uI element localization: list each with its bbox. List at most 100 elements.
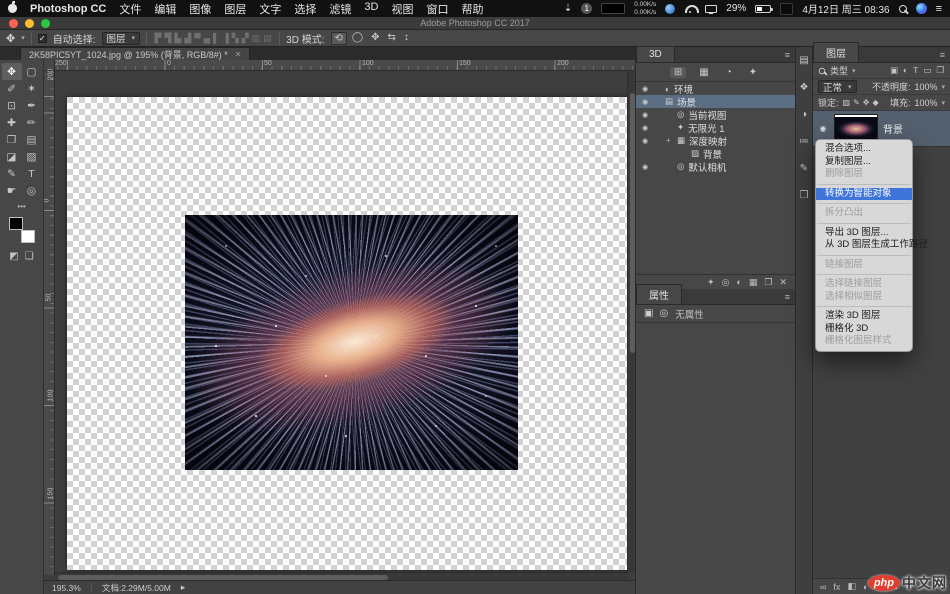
add-light-icon[interactable]: ✦ — [707, 277, 715, 288]
quick-mask-mode-icon[interactable]: ◩ — [9, 251, 18, 262]
blend-mode-dropdown[interactable]: 正常 ▾ — [818, 80, 857, 94]
clone-stamp-tool[interactable]: ❐ — [2, 131, 22, 148]
layer-name[interactable]: 背景 — [883, 121, 903, 136]
hand-tool[interactable]: ☛ — [2, 182, 22, 199]
marquee-tool[interactable]: ▢ — [22, 63, 42, 80]
roll-3d-camera-icon[interactable]: ◯ — [349, 32, 366, 45]
menubar-item[interactable]: 文字 — [259, 1, 281, 17]
vertical-ruler[interactable]: 0 50 100 150 200 — [43, 69, 55, 575]
menu-item-split-extrusion[interactable]: 拆分凸出 — [816, 207, 912, 220]
align-right-icon[interactable]: ▙ — [173, 33, 183, 44]
move-tool[interactable]: ✥ — [1, 63, 22, 80]
app-menu[interactable]: Photoshop CC — [30, 3, 106, 15]
history-brush-tool[interactable]: ▤ — [22, 131, 42, 148]
distribute-left-icon[interactable]: ▞ — [240, 33, 250, 44]
pixel-layer-filter-icon[interactable]: ▣ — [889, 65, 899, 76]
vertical-scrollbar-thumb[interactable] — [629, 93, 635, 353]
menubar-item[interactable]: 选择 — [294, 1, 316, 17]
filter-type-label[interactable]: 类型 — [830, 64, 848, 77]
lock-transparency-icon[interactable]: ▨ — [843, 98, 851, 107]
distribute-right-icon[interactable]: ▤ — [262, 33, 274, 44]
slide-3d-camera-icon[interactable]: ⇆ — [385, 32, 399, 45]
menu-item-select-linked-layers[interactable]: 选择链接图层 — [816, 278, 912, 291]
vertical-scrollbar[interactable] — [627, 71, 635, 572]
fill-value[interactable]: 100% — [914, 98, 937, 108]
tree-item-depth-map[interactable]: ◉ + ▦ 深度映射 — [636, 134, 795, 148]
menu-sep-5[interactable] — [817, 274, 911, 275]
expand-twist-icon[interactable]: + — [666, 136, 673, 145]
tab-properties[interactable]: 属性 — [636, 284, 682, 304]
menubar-item[interactable]: 窗口 — [426, 1, 448, 17]
shape-layer-filter-icon[interactable]: ▭ — [922, 65, 932, 76]
visibility-eye-icon[interactable]: ◉ — [640, 137, 650, 145]
menu-sep-2[interactable] — [817, 203, 911, 204]
chevron-down-icon[interactable]: ▾ — [852, 67, 856, 75]
auto-select-checkbox[interactable]: ✓ — [37, 33, 47, 43]
tree-item-default-camera[interactable]: ◉ ◎ 默认相机 — [636, 160, 795, 174]
magic-wand-tool[interactable]: ✶ — [22, 80, 42, 97]
capture-widget-icon[interactable] — [601, 3, 626, 14]
menubar-item[interactable]: 帮助 — [461, 1, 483, 17]
wifi-icon[interactable] — [684, 4, 700, 13]
display-icon[interactable] — [705, 4, 718, 14]
brush-tool[interactable]: ✏ — [22, 114, 42, 131]
active-tool-icon[interactable]: ✥ — [6, 32, 15, 45]
menu-item-rasterize-3d[interactable]: 栅格化 3D — [816, 323, 912, 336]
link-layers-icon[interactable]: ∞ — [820, 582, 826, 592]
pan-3d-camera-icon[interactable]: ✥ — [368, 32, 382, 45]
battery-icon[interactable] — [755, 4, 774, 13]
filter-meshes-icon[interactable]: ▦ — [695, 67, 712, 78]
menubar-item[interactable]: 文件 — [119, 1, 141, 17]
menubar-item[interactable]: 图层 — [224, 1, 246, 17]
eyedropper-tool[interactable]: ✒ — [22, 97, 42, 114]
tab-layers[interactable]: 图层 — [813, 42, 859, 62]
menu-sep-4[interactable] — [817, 254, 911, 256]
zoom-level[interactable]: 195.3% — [52, 583, 81, 593]
tree-item-environment[interactable]: ◉ ◐ 环境 — [636, 82, 795, 96]
lasso-tool[interactable]: ✐ — [2, 80, 22, 97]
visibility-eye-icon[interactable]: ◉ — [640, 163, 650, 171]
collapsed-character-panel-icon[interactable]: ✎ — [800, 163, 808, 174]
apple-menu-icon[interactable] — [8, 1, 17, 13]
background-color-swatch[interactable] — [20, 230, 35, 243]
duplicate-object-icon[interactable]: ❐ — [764, 277, 772, 288]
menu-item-link-layers[interactable]: 链接图层 — [816, 259, 912, 272]
delete-3d-object-icon[interactable]: ✕ — [779, 277, 787, 288]
distribute-top-icon[interactable]: ▌ — [212, 33, 221, 44]
distribute-bottom-icon[interactable]: ▚ — [230, 33, 240, 44]
panel-menu-icon[interactable]: ≡ — [780, 292, 795, 304]
input-source-icon[interactable] — [780, 2, 794, 15]
collapsed-history-panel-icon[interactable]: ▤ — [799, 55, 808, 66]
tree-item-current-view[interactable]: ◉ ◎ 当前视图 — [636, 108, 795, 122]
menubar-item[interactable]: 滤镜 — [329, 1, 351, 17]
visibility-eye-icon[interactable]: ◉ — [640, 111, 650, 119]
menu-item-generate-work-path[interactable]: 从 3D 图层生成工作路径 — [816, 239, 928, 252]
edit-toolbar-ellipsis-icon[interactable]: ••• — [17, 202, 25, 211]
download-status-icon[interactable]: ⇣ — [564, 3, 572, 14]
pen-tool[interactable]: ✎ — [2, 165, 22, 182]
vpn-globe-icon[interactable] — [665, 3, 676, 14]
visibility-eye-icon[interactable]: ◉ — [640, 98, 650, 106]
menu-item-duplicate-layer[interactable]: 复制图层... — [816, 156, 912, 169]
notification-badge[interactable]: 1 — [581, 3, 593, 14]
type-tool[interactable]: T — [22, 165, 42, 182]
menu-item-export-3d-layer[interactable]: 导出 3D 图层... — [816, 227, 912, 240]
align-middle-icon[interactable]: ▀ — [193, 33, 202, 44]
menubar-item[interactable]: 图像 — [189, 1, 211, 17]
orbit-3d-camera-icon[interactable]: ⟲ — [330, 31, 347, 45]
layer-style-icon[interactable]: fx — [833, 582, 840, 592]
document-canvas[interactable] — [67, 97, 628, 570]
spotlight-search-icon[interactable] — [898, 4, 907, 13]
layer-visibility-eye-icon[interactable]: ◉ — [817, 124, 829, 133]
chevron-down-icon[interactable]: ▾ — [941, 99, 945, 107]
type-layer-filter-icon[interactable]: T — [912, 65, 919, 76]
panel-menu-icon[interactable]: ≡ — [935, 50, 950, 62]
healing-brush-tool[interactable]: ✚ — [2, 114, 22, 131]
distribute-center-icon[interactable]: ▥ — [250, 33, 262, 44]
panel-menu-icon[interactable]: ≡ — [780, 50, 795, 62]
layer-mask-icon[interactable]: ◧ — [847, 581, 856, 592]
menu-item-delete-layer[interactable]: 删除图层 — [816, 168, 912, 181]
horizontal-ruler[interactable]: 0 50 100 150 200 250 — [55, 60, 635, 71]
tab-3d[interactable]: 3D — [636, 46, 675, 62]
menu-item-select-similar-layers[interactable]: 选择相似图层 — [816, 291, 912, 304]
